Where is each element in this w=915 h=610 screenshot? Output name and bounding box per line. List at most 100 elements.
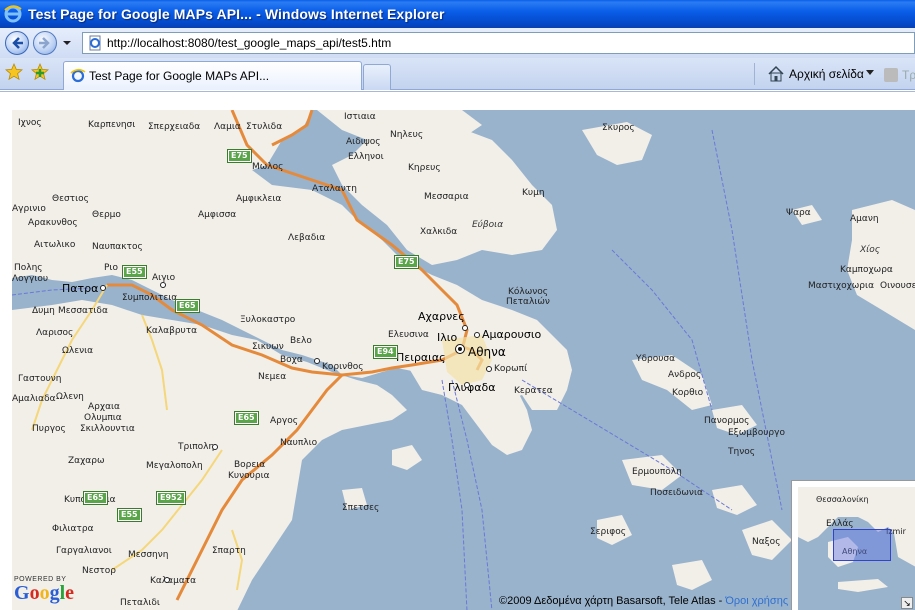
map-label: Ελευσινα <box>388 330 429 340</box>
city-marker <box>100 285 106 291</box>
map-label: Κορωπί <box>494 364 528 374</box>
map-label: Ερμουπολη <box>632 467 682 477</box>
map-label: Λαρισος <box>36 328 74 338</box>
map-label: Κυνουρια <box>228 471 270 481</box>
map-label: Λαμια <box>214 122 241 132</box>
city-marker <box>462 325 468 331</box>
map-label: Αμαλιαδα <box>12 394 56 404</box>
home-dropdown-icon[interactable] <box>866 70 874 76</box>
map-label: Μεσσαρια <box>424 192 469 202</box>
map-label: Γαργαλιανοι <box>56 546 112 556</box>
map-label: Λεβαδια <box>288 233 326 243</box>
city-marker <box>314 358 320 364</box>
map-copyright: ©2009 Δεδομένα χάρτη Basarsoft, Tele Atl… <box>499 595 788 607</box>
map-label: Αχαρνες <box>418 310 465 323</box>
tab-label: Test Page for Google MAPs API... <box>89 69 270 83</box>
map-label: Μεσσατιδα <box>58 306 108 316</box>
forward-arrow-icon <box>39 37 50 49</box>
address-bar[interactable]: http://localhost:8080/test_google_maps_a… <box>82 32 915 54</box>
overview-label: Ελλάς <box>826 519 854 529</box>
overview-toggle-button[interactable]: ↘ <box>901 597 913 609</box>
overview-map-view[interactable]: Θεσσαλονίκη Ελλάς Izmir Αθηνα <box>798 487 915 610</box>
map-label: Πειραιας <box>396 351 446 364</box>
favorites-star-icon[interactable] <box>5 63 23 81</box>
map-label: Σπαρτη <box>212 546 246 556</box>
map-label: Αγρινιο <box>12 204 46 214</box>
map-label: Υδρουσα <box>636 354 676 364</box>
map-label: Ποσειδωνια <box>650 488 703 498</box>
map-label: Ωλενη <box>56 392 84 402</box>
map-label: Αμφισσα <box>198 210 237 220</box>
highway-shield: E65 <box>234 411 259 425</box>
google-map[interactable]: Ιχνος Καρπενησι Σπερχειαδα Λαμια Στυλιδα… <box>12 110 915 610</box>
map-label: Ναυπλιο <box>280 438 318 448</box>
tab-active[interactable]: Test Page for Google MAPs API... <box>63 61 362 90</box>
map-label: Ναξος <box>752 537 781 547</box>
map-label: Καλαματα <box>150 576 197 586</box>
map-label: Βελο <box>290 336 312 346</box>
new-tab-button[interactable] <box>363 64 391 90</box>
map-label: Γλυφαδα <box>448 381 496 394</box>
rss-icon <box>884 68 898 82</box>
map-label: Αιτωλικο <box>34 240 76 250</box>
highway-shield: E55 <box>117 508 142 522</box>
map-label: Αιδιψος <box>346 137 381 147</box>
google-logo[interactable]: POWERED BY Google <box>14 576 74 603</box>
map-label: Τηνος <box>728 447 756 457</box>
map-label: Σκιλλουντια <box>80 424 135 434</box>
map-label: Οινουσες <box>880 281 915 291</box>
map-label: Ζαχαρω <box>68 456 105 466</box>
map-label: Πολης <box>14 263 43 273</box>
back-button[interactable] <box>5 31 29 55</box>
map-label: Μεσσηνη <box>128 550 169 560</box>
city-marker <box>160 282 166 288</box>
forward-button[interactable] <box>33 31 57 55</box>
city-marker <box>474 332 480 338</box>
terms-link[interactable]: Όροι χρήσης <box>725 595 788 607</box>
map-label: Ριο <box>104 263 118 273</box>
page-icon <box>70 68 86 83</box>
city-marker <box>486 366 492 372</box>
back-arrow-icon <box>12 37 23 49</box>
add-favorites-icon[interactable] <box>31 63 49 81</box>
highway-shield: E94 <box>373 345 398 359</box>
feeds-button[interactable]: Τρ <box>884 66 915 84</box>
capital-marker <box>456 345 464 353</box>
map-label: Δυμη <box>32 306 55 316</box>
map-label: Χαλκιδα <box>420 227 458 237</box>
overview-map[interactable]: Θεσσαλονίκη Ελλάς Izmir Αθηνα ↘ <box>791 480 915 610</box>
map-label: Σπερχειαδα <box>148 122 201 132</box>
map-label: Νεμεα <box>258 372 287 382</box>
map-label: Στυλιδα <box>246 122 283 132</box>
map-label: Νηλευς <box>390 130 424 140</box>
map-label: Ολυμπια <box>84 413 122 423</box>
city-marker <box>164 577 170 583</box>
map-label: Αρχαια <box>88 402 120 412</box>
map-label: Ελληνοι <box>348 152 384 162</box>
map-label: Αργος <box>270 416 298 426</box>
map-label: Πεταλιδι <box>120 598 160 608</box>
overview-viewport-rect[interactable] <box>833 529 891 561</box>
map-label: Κορθιο <box>672 388 704 398</box>
map-label: Ιλιο <box>437 331 458 344</box>
tab-bar: Test Page for Google MAPs API... Αρχική … <box>0 58 915 90</box>
map-label: Ωλενια <box>62 346 94 356</box>
map-label: Βορεια <box>234 460 266 470</box>
map-label: Κορινθος <box>322 362 364 372</box>
highway-shield: E75 <box>394 255 419 269</box>
map-label: Αθηνα <box>468 345 506 359</box>
map-label: Πυργος <box>32 424 66 434</box>
recent-pages-dropdown-icon[interactable] <box>62 37 72 49</box>
map-base <box>12 110 915 610</box>
map-label: Καρπενησι <box>88 120 136 130</box>
map-label: Ψαρα <box>786 208 811 218</box>
highway-shield: E75 <box>227 149 252 163</box>
map-label: Πανορμος <box>704 416 750 426</box>
home-button[interactable]: Αρχική σελίδα <box>754 63 864 85</box>
map-label: Ιχνος <box>18 118 42 128</box>
map-label: Γαστουνη <box>18 374 62 384</box>
navigation-bar: http://localhost:8080/test_google_maps_a… <box>0 28 915 58</box>
map-label: Αμαρουσιο <box>482 328 542 341</box>
overview-label: Θεσσαλονίκη <box>816 495 869 504</box>
map-label: Αταλαντη <box>312 184 357 194</box>
